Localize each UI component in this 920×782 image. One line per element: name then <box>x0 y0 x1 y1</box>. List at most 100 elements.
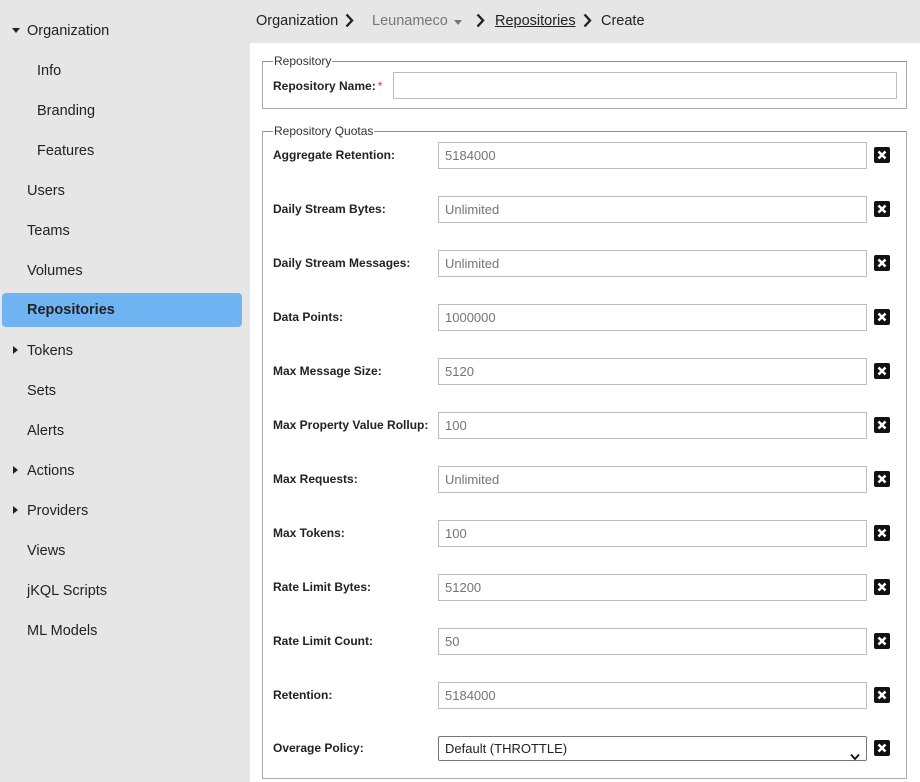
sidebar-item-jkql-scripts[interactable]: jKQL Scripts <box>2 574 242 608</box>
clear-max-property-value-rollup-button[interactable] <box>874 417 890 433</box>
sidebar-item-label: Sets <box>27 383 57 399</box>
sidebar: Organization Info Branding Features User… <box>0 0 250 782</box>
chevron-down-icon[interactable] <box>454 20 462 25</box>
chevron-right-icon <box>345 13 354 28</box>
clear-rate-limit-bytes-button[interactable] <box>874 579 890 595</box>
rate-limit-bytes-label: Rate Limit Bytes: <box>273 580 372 594</box>
close-icon <box>877 582 887 592</box>
breadcrumb-organization[interactable]: Organization <box>256 13 338 29</box>
chevron-down-icon <box>850 745 860 768</box>
repository-quotas-legend: Repository Quotas <box>274 124 374 138</box>
max-tokens-label: Max Tokens: <box>273 526 345 540</box>
sidebar-item-label: Teams <box>27 223 70 239</box>
chevron-right-icon <box>13 506 18 514</box>
breadcrumb-org-selector[interactable]: Leunameco <box>372 13 448 29</box>
close-icon <box>877 743 887 753</box>
chevron-right-icon <box>13 466 18 474</box>
sidebar-item-views[interactable]: Views <box>2 534 242 568</box>
sidebar-item-sets[interactable]: Sets <box>2 374 242 408</box>
daily-stream-bytes-label: Daily Stream Bytes: <box>273 202 386 216</box>
clear-daily-stream-messages-button[interactable] <box>874 255 890 271</box>
max-message-size-label: Max Message Size: <box>273 364 382 378</box>
daily-stream-messages-input[interactable] <box>438 250 867 277</box>
sidebar-item-providers[interactable]: Providers <box>2 494 242 528</box>
close-icon <box>877 366 887 376</box>
sidebar-item-users[interactable]: Users <box>2 174 242 208</box>
sidebar-item-label: Repositories <box>27 302 115 318</box>
close-icon <box>877 150 887 160</box>
sidebar-item-label: Organization <box>27 23 110 39</box>
retention-label: Retention: <box>273 688 333 702</box>
sidebar-item-label: Users <box>27 183 65 199</box>
overage-policy-select[interactable]: Default (THROTTLE) <box>438 736 867 761</box>
sidebar-item-features[interactable]: Features <box>2 134 242 168</box>
sidebar-item-ml-models[interactable]: ML Models <box>2 614 242 648</box>
sidebar-item-branding[interactable]: Branding <box>2 94 242 128</box>
max-requests-input[interactable] <box>438 466 867 493</box>
close-icon <box>877 636 887 646</box>
sidebar-item-label: Features <box>37 143 95 159</box>
rate-limit-count-label: Rate Limit Count: <box>273 634 373 648</box>
repository-name-input[interactable] <box>393 72 897 99</box>
sidebar-item-organization[interactable]: Organization <box>2 14 242 48</box>
sidebar-item-label: Info <box>37 63 62 79</box>
sidebar-item-actions[interactable]: Actions <box>2 454 242 488</box>
sidebar-item-label: Views <box>27 543 66 559</box>
clear-daily-stream-bytes-button[interactable] <box>874 201 890 217</box>
aggregate-retention-label: Aggregate Retention: <box>273 148 396 162</box>
sidebar-item-label: Actions <box>27 463 75 479</box>
overage-policy-selected: Default (THROTTLE) <box>445 741 568 756</box>
clear-retention-button[interactable] <box>874 687 890 703</box>
chevron-down-icon <box>12 28 20 33</box>
breadcrumb: Organization Leunameco Repositories Crea… <box>250 0 920 43</box>
sidebar-item-label: ML Models <box>27 623 98 639</box>
sidebar-item-repositories[interactable]: Repositories <box>2 293 242 327</box>
sidebar-item-label: Providers <box>27 503 89 519</box>
sidebar-item-info[interactable]: Info <box>2 54 242 88</box>
aggregate-retention-input[interactable] <box>438 142 867 169</box>
rate-limit-count-input[interactable] <box>438 628 867 655</box>
sidebar-item-label: Volumes <box>27 263 83 279</box>
sidebar-item-teams[interactable]: Teams <box>2 214 242 248</box>
overage-policy-label: Overage Policy: <box>273 741 364 755</box>
clear-overage-policy-button[interactable] <box>874 740 890 756</box>
sidebar-item-label: Branding <box>37 103 96 119</box>
data-points-label: Data Points: <box>273 310 344 324</box>
clear-max-message-size-button[interactable] <box>874 363 890 379</box>
chevron-right-icon <box>583 13 592 28</box>
sidebar-item-alerts[interactable]: Alerts <box>2 414 242 448</box>
clear-aggregate-retention-button[interactable] <box>874 147 890 163</box>
sidebar-item-label: Alerts <box>27 423 65 439</box>
close-icon <box>877 420 887 430</box>
daily-stream-messages-label: Daily Stream Messages: <box>273 256 411 270</box>
max-message-size-input[interactable] <box>438 358 867 385</box>
repository-name-label-text: Repository Name: <box>273 79 376 93</box>
close-icon <box>877 258 887 268</box>
chevron-right-icon <box>13 346 18 354</box>
close-icon <box>877 528 887 538</box>
sidebar-item-label: jKQL Scripts <box>27 583 108 599</box>
max-property-value-rollup-label: Max Property Value Rollup: <box>273 418 429 432</box>
retention-input[interactable] <box>438 682 867 709</box>
breadcrumb-current: Create <box>601 13 645 29</box>
close-icon <box>877 312 887 322</box>
close-icon <box>877 474 887 484</box>
rate-limit-bytes-input[interactable] <box>438 574 867 601</box>
clear-rate-limit-count-button[interactable] <box>874 633 890 649</box>
clear-data-points-button[interactable] <box>874 309 890 325</box>
max-tokens-input[interactable] <box>438 520 867 547</box>
daily-stream-bytes-input[interactable] <box>438 196 867 223</box>
main-content: Repository Repository Name: * Repository … <box>250 43 920 782</box>
data-points-input[interactable] <box>438 304 867 331</box>
repository-legend: Repository <box>274 54 332 68</box>
sidebar-item-volumes[interactable]: Volumes <box>2 254 242 288</box>
max-requests-label: Max Requests: <box>273 472 358 486</box>
clear-max-requests-button[interactable] <box>874 471 890 487</box>
sidebar-item-tokens[interactable]: Tokens <box>2 334 242 368</box>
breadcrumb-repositories[interactable]: Repositories <box>495 13 576 29</box>
close-icon <box>877 690 887 700</box>
max-property-value-rollup-input[interactable] <box>438 412 867 439</box>
chevron-right-icon <box>476 13 485 28</box>
clear-max-tokens-button[interactable] <box>874 525 890 541</box>
sidebar-item-label: Tokens <box>27 343 73 359</box>
